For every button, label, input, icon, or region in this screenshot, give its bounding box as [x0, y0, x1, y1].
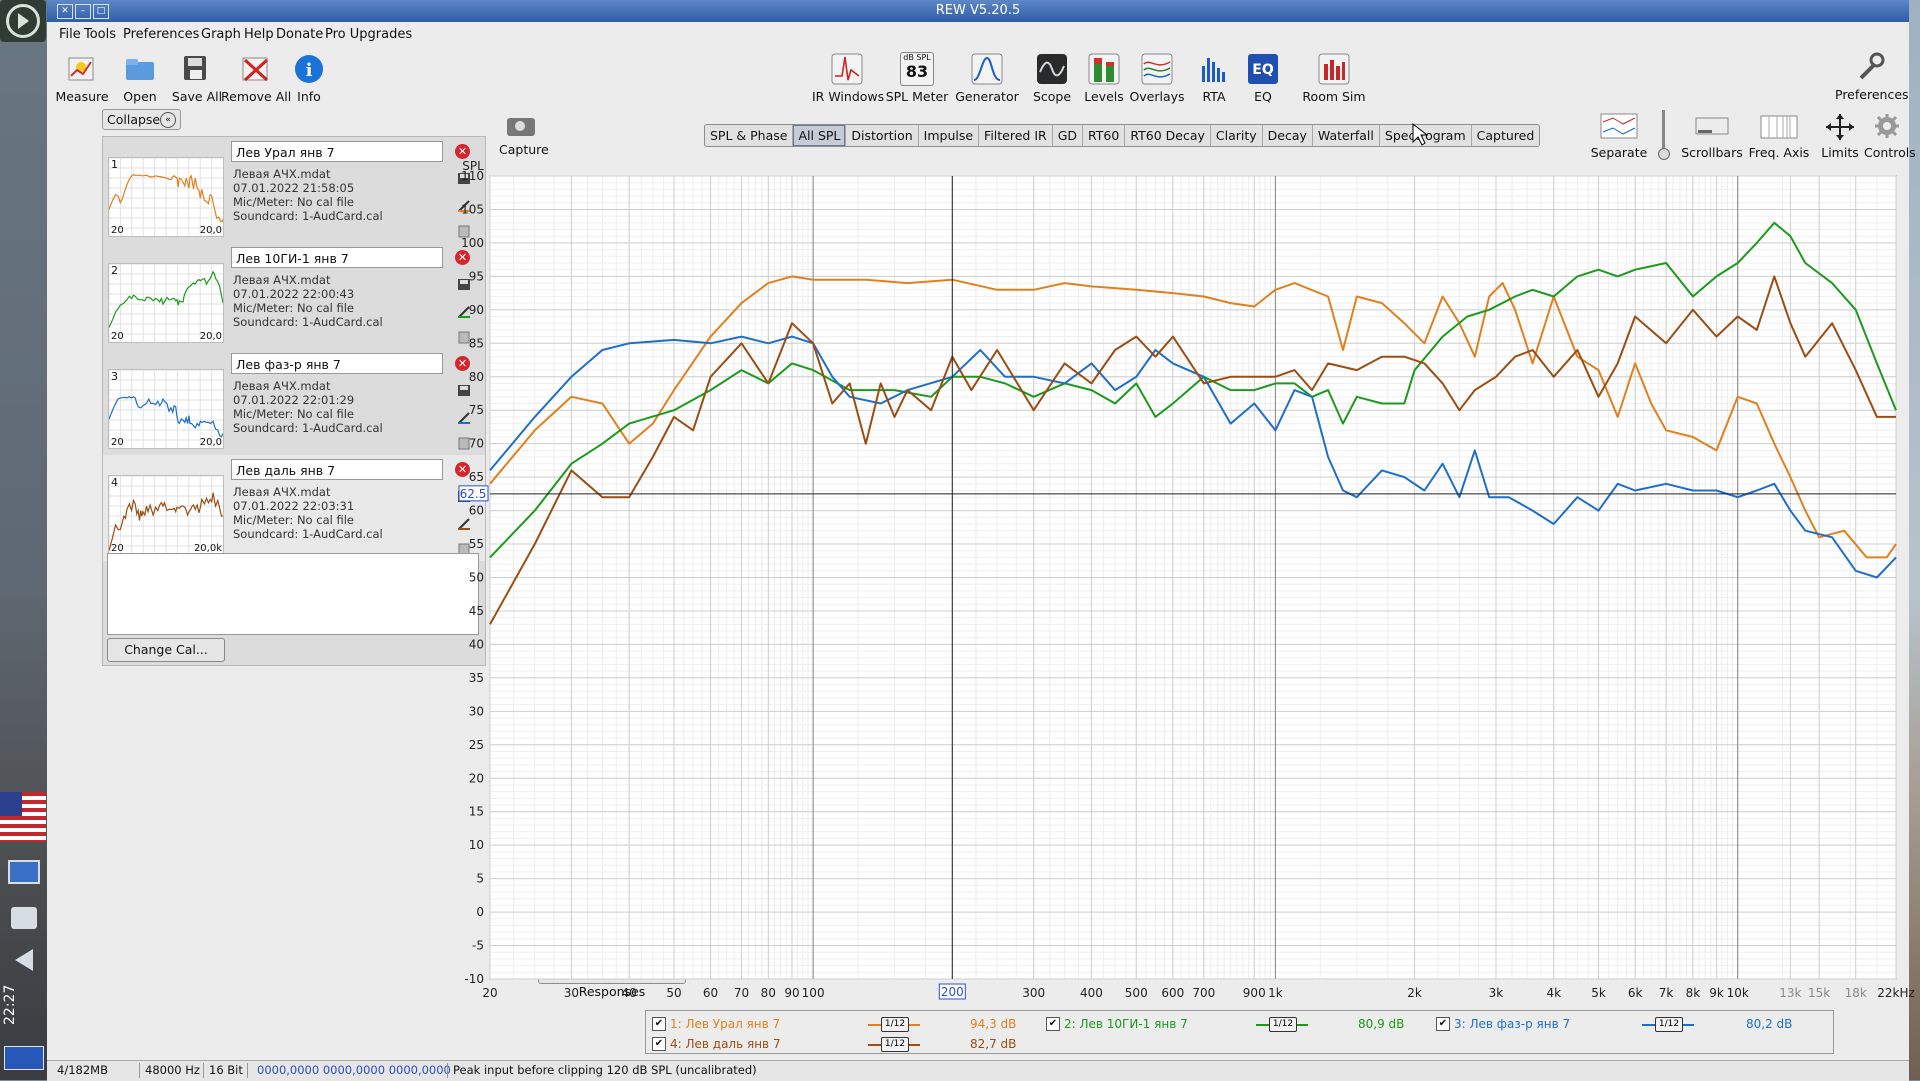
x-tick-label: 20 [482, 986, 497, 1000]
x-tick-label: 600 [1161, 986, 1184, 1000]
mouse-pointer-icon [1412, 122, 1429, 146]
y-tick-label: 45 [469, 604, 484, 618]
x-tick-label: 40 [622, 986, 637, 1000]
y-tick-label: 50 [469, 571, 484, 585]
y-tick-label: 100 [461, 236, 484, 250]
y-tick-label: 5 [476, 872, 484, 886]
x-tick-label: 80 [761, 986, 776, 1000]
x-tick-label: 100 [802, 986, 825, 1000]
x-tick-label: 90 [784, 986, 799, 1000]
y-tick-label: 0 [476, 905, 484, 919]
time-status: 0000,0000 0000,0000 0000,0000 [257, 1063, 451, 1077]
x-tick-label: 70 [734, 986, 749, 1000]
y-axis-label: SPL [462, 159, 484, 173]
y-tick-label: 75 [469, 403, 484, 417]
x-tick-label: 15k [1808, 986, 1830, 1000]
x-tick-label: 13k [1779, 986, 1801, 1000]
y-tick-label: 85 [469, 336, 484, 350]
y-tick-label: 15 [469, 805, 484, 819]
y-tick-label: 35 [469, 671, 484, 685]
status-bar: 4/182MB 48000 Hz 16 Bit 0000,0000 0000,0… [47, 1060, 1909, 1081]
x-tick-label: 6k [1628, 986, 1643, 1000]
x-tick-label: 60 [703, 986, 718, 1000]
x-tick-label: 2k [1407, 986, 1422, 1000]
memory-status: 4/182MB [57, 1063, 108, 1077]
y-tick-label: 20 [469, 771, 484, 785]
y-tick-label: 40 [469, 637, 484, 651]
y-tick-label: 30 [469, 704, 484, 718]
peak-input-status: Peak input before clipping 120 dB SPL (u… [453, 1063, 757, 1077]
x-tick-label: 900 [1243, 986, 1266, 1000]
y-tick-label: 90 [469, 303, 484, 317]
y-tick-label: 65 [469, 470, 484, 484]
x-tick-label: 22kHz [1877, 986, 1915, 1000]
x-tick-label: 8k [1686, 986, 1701, 1000]
y-tick-label: 60 [469, 504, 484, 518]
x-tick-label: 500 [1125, 986, 1148, 1000]
x-tick-label: 50 [666, 986, 681, 1000]
x-tick-label: 7k [1659, 986, 1674, 1000]
y-tick-label: -10 [464, 972, 484, 986]
x-tick-label: 400 [1080, 986, 1103, 1000]
x-tick-label: 18k [1845, 986, 1867, 1000]
y-tick-label: 70 [469, 437, 484, 451]
x-tick-label: 300 [1022, 986, 1045, 1000]
sample-rate-status: 48000 Hz [145, 1063, 200, 1077]
cursor-y-label: 62.5 [460, 487, 487, 501]
x-tick-label: 700 [1192, 986, 1215, 1000]
y-tick-label: 10 [469, 838, 484, 852]
y-tick-label: 25 [469, 738, 484, 752]
y-tick-label: 105 [461, 202, 484, 216]
x-tick-label: 10k [1727, 986, 1749, 1000]
y-tick-label: 55 [469, 537, 484, 551]
spl-graph[interactable]: 1101051009590858075706560555045403530252… [0, 0, 1920, 1060]
x-tick-label: 5k [1591, 986, 1606, 1000]
bit-depth-status: 16 Bit [209, 1063, 243, 1077]
x-tick-label: 3k [1489, 986, 1504, 1000]
x-tick-label: 4k [1546, 986, 1561, 1000]
y-tick-label: -5 [472, 939, 484, 953]
y-tick-label: 95 [469, 269, 484, 283]
cursor-x-label: 200 [941, 985, 964, 999]
y-tick-label: 80 [469, 370, 484, 384]
x-tick-label: 1k [1268, 986, 1283, 1000]
x-tick-label: 30 [564, 986, 579, 1000]
x-tick-label: 9k [1709, 986, 1724, 1000]
